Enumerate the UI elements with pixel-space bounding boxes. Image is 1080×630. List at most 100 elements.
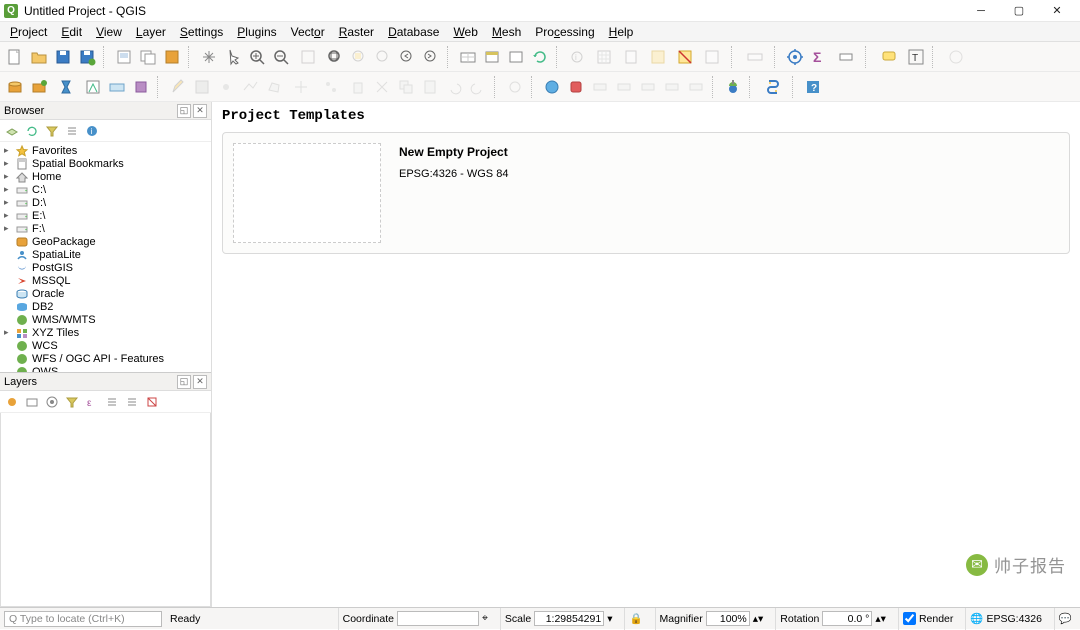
style-manager-button[interactable] (161, 46, 183, 68)
zoom-out-button[interactable] (270, 46, 292, 68)
add-polygon-button[interactable] (263, 76, 285, 98)
plugin-manager-button[interactable] (722, 76, 744, 98)
toggle-editing-button[interactable] (167, 76, 189, 98)
collapse-all-icon[interactable] (64, 123, 80, 139)
zoom-next-button[interactable] (420, 46, 442, 68)
status-crs[interactable]: 🌐 EPSG:4326 (965, 608, 1046, 630)
deselect-button[interactable] (674, 46, 696, 68)
browser-item-wfs-ogc-api-features[interactable]: WFS / OGC API - Features (0, 352, 211, 365)
properties-widget-icon[interactable]: i (84, 123, 100, 139)
coordinate-input[interactable] (397, 611, 479, 626)
zoom-last-button[interactable] (396, 46, 418, 68)
help-contents-button[interactable]: ? (802, 76, 824, 98)
pan-selection-button[interactable] (222, 46, 244, 68)
new-bookmark-button[interactable] (481, 46, 503, 68)
measure-button[interactable] (741, 46, 769, 68)
layers-close-button[interactable]: ✕ (193, 375, 207, 389)
scale-dropdown-icon[interactable]: ▾ (607, 613, 612, 625)
menu-view[interactable]: View (90, 23, 128, 41)
new-geopackage-button[interactable] (28, 76, 50, 98)
expand-all-icon[interactable] (104, 394, 120, 410)
magnifier-input[interactable] (706, 611, 750, 626)
browser-item-wms-wmts[interactable]: WMS/WMTS (0, 313, 211, 326)
new-memory-layer-button[interactable] (130, 76, 152, 98)
status-render[interactable]: Render (898, 608, 957, 630)
browser-item-c-[interactable]: ▸C:\ (0, 183, 211, 196)
browser-item-spatial-bookmarks[interactable]: ▸Spatial Bookmarks (0, 157, 211, 170)
label-toolbar5[interactable] (685, 76, 707, 98)
temp-bookmark-button[interactable] (505, 46, 527, 68)
menu-raster[interactable]: Raster (333, 23, 380, 41)
browser-item-spatialite[interactable]: SpatiaLite (0, 248, 211, 261)
menu-database[interactable]: Database (382, 23, 445, 41)
text-annotation-button[interactable]: T (905, 46, 927, 68)
identify-button[interactable]: i (566, 46, 588, 68)
scale-input[interactable] (534, 611, 604, 626)
zoom-full-button[interactable] (324, 46, 346, 68)
label-toolbar3[interactable] (637, 76, 659, 98)
open-attr-table-button[interactable] (590, 46, 618, 68)
add-layer-icon[interactable] (4, 123, 20, 139)
maptips-button[interactable] (832, 46, 860, 68)
magnifier-stepper-icon[interactable]: ▴▾ (753, 613, 764, 625)
metadata-online-button[interactable] (541, 76, 563, 98)
browser-item-xyz-tiles[interactable]: ▸XYZ Tiles (0, 326, 211, 339)
coordinate-toggle-icon[interactable]: ⌖ (482, 612, 488, 625)
save-as-button[interactable] (76, 46, 98, 68)
refresh-browser-icon[interactable] (24, 123, 40, 139)
zoom-in-button[interactable] (246, 46, 268, 68)
select-expr-button[interactable] (698, 46, 726, 68)
add-point-button[interactable] (215, 76, 237, 98)
minimize-button[interactable]: ─ (962, 0, 1000, 22)
remove-layer-icon[interactable] (144, 394, 160, 410)
browser-item-geopackage[interactable]: GeoPackage (0, 235, 211, 248)
vertex-tool-button[interactable] (317, 76, 345, 98)
new-shapefile-button[interactable] (52, 76, 80, 98)
menu-web[interactable]: Web (447, 23, 483, 41)
filter-browser-icon[interactable] (44, 123, 60, 139)
add-line-button[interactable] (239, 76, 261, 98)
refresh-button[interactable] (529, 46, 551, 68)
copy-features-button[interactable] (395, 76, 417, 98)
menu-processing[interactable]: Processing (529, 23, 600, 41)
save-edits-button[interactable] (191, 76, 213, 98)
menu-vector[interactable]: Vector (285, 23, 331, 41)
move-feature-button[interactable] (287, 76, 315, 98)
open-project-button[interactable] (28, 46, 50, 68)
maximize-button[interactable]: ▢ (1000, 0, 1038, 22)
paste-features-button[interactable] (419, 76, 441, 98)
layer-styling-icon[interactable] (4, 394, 20, 410)
browser-item-ows[interactable]: OWS (0, 365, 211, 372)
render-checkbox[interactable] (903, 612, 916, 625)
select-button[interactable] (644, 46, 672, 68)
menu-settings[interactable]: Settings (174, 23, 229, 41)
status-lock[interactable]: 🔒 (624, 608, 646, 630)
filter-expr-icon[interactable]: ε (84, 394, 100, 410)
filter-legend-icon[interactable] (64, 394, 80, 410)
browser-item-home[interactable]: ▸Home (0, 170, 211, 183)
browser-item-db2[interactable]: DB2 (0, 300, 211, 313)
zoom-native-button[interactable] (294, 46, 322, 68)
redo-button[interactable] (467, 76, 489, 98)
menu-mesh[interactable]: Mesh (486, 23, 527, 41)
browser-item-favorites[interactable]: ▸Favorites (0, 144, 211, 157)
locator-input[interactable]: Q Type to locate (Ctrl+K) (4, 611, 162, 627)
field-calc-button[interactable] (620, 46, 642, 68)
toolbox-icon[interactable] (784, 46, 806, 68)
new-map-view-button[interactable] (457, 46, 479, 68)
undo-button[interactable] (443, 76, 465, 98)
browser-item-f-[interactable]: ▸F:\ (0, 222, 211, 235)
browser-item-e-[interactable]: ▸E:\ (0, 209, 211, 222)
metadata-new-button[interactable] (565, 76, 587, 98)
browser-close-button[interactable]: ✕ (193, 104, 207, 118)
print-layout-button[interactable] (113, 46, 135, 68)
browser-tree[interactable]: ▸Favorites▸Spatial Bookmarks▸Home▸C:\▸D:… (0, 142, 211, 372)
rotation-input[interactable] (822, 611, 872, 626)
layers-tree[interactable] (0, 413, 211, 607)
close-button[interactable]: ✕ (1038, 0, 1076, 22)
open-datasource-button[interactable] (4, 76, 26, 98)
new-project-button[interactable] (4, 46, 26, 68)
layout-manager-button[interactable] (137, 46, 159, 68)
label-toolbar1[interactable] (589, 76, 611, 98)
digitize-shape-button[interactable] (504, 76, 526, 98)
